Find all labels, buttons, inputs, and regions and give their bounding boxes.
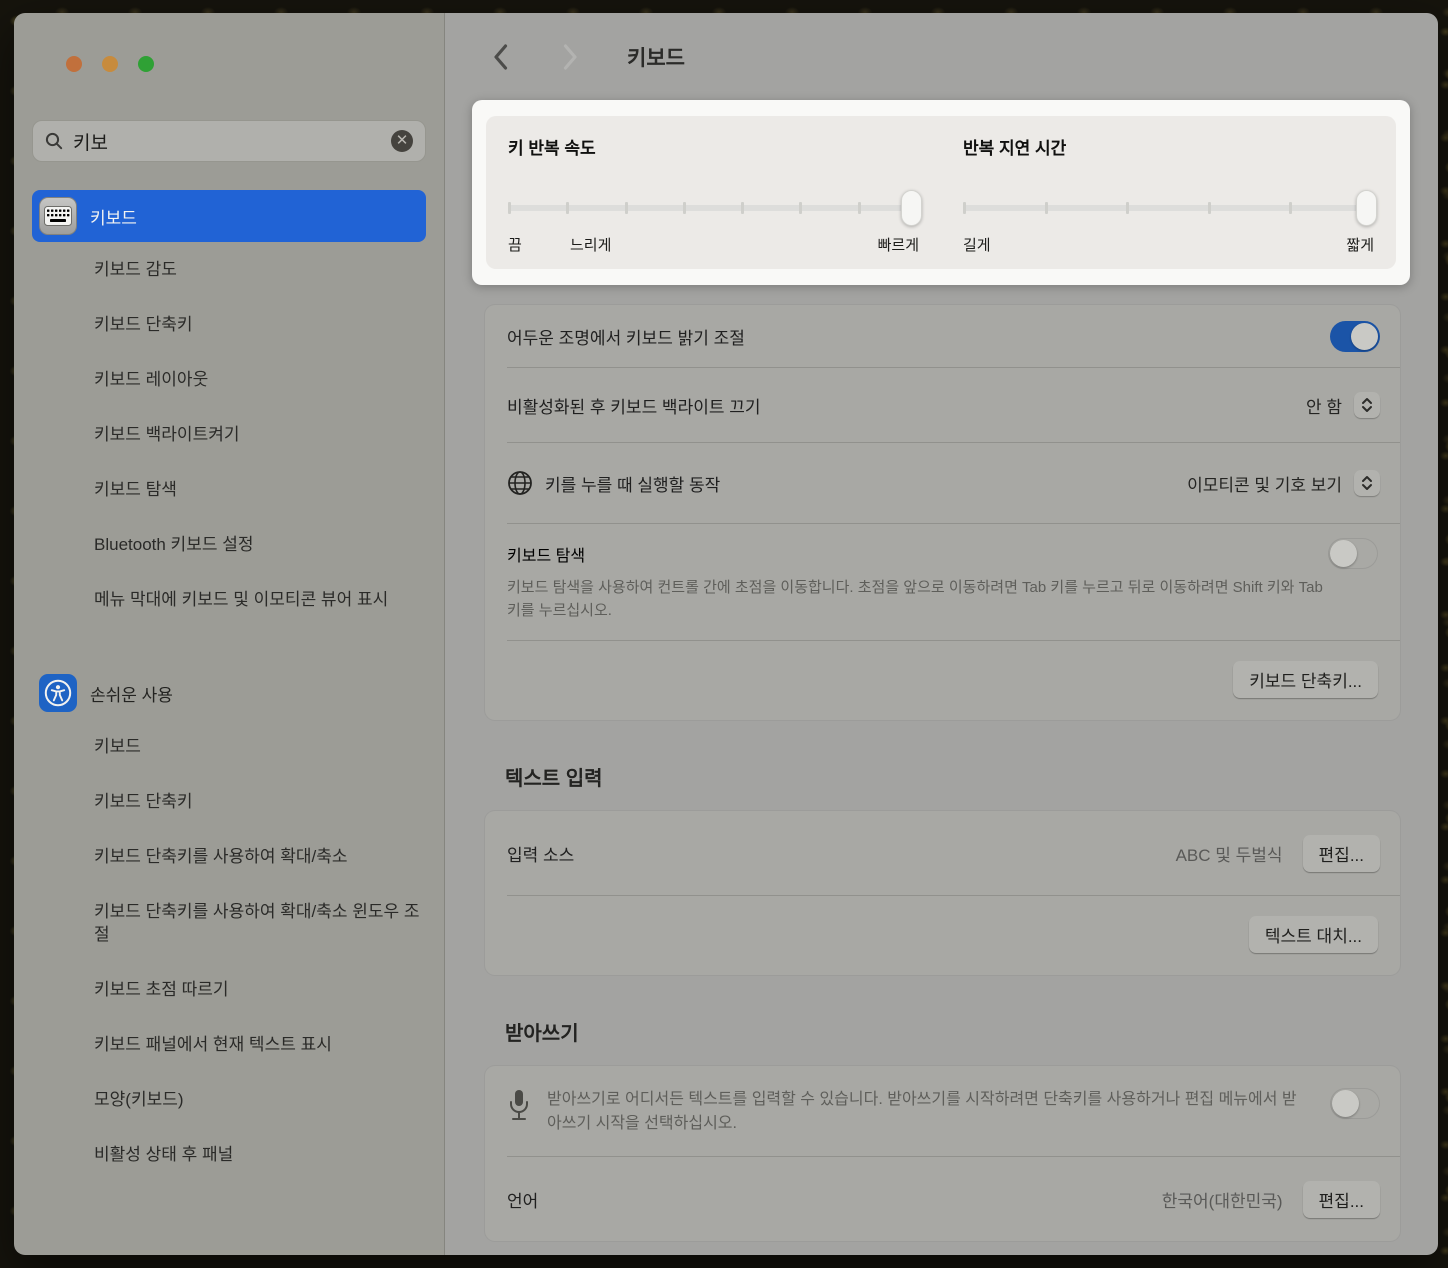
accessibility-icon (39, 674, 77, 712)
sidebar-item-keyboard-backlight[interactable]: 키보드 백라이트켜기 (32, 407, 426, 462)
sidebar-item-keyboard-shortcuts[interactable]: 키보드 단축키 (32, 297, 426, 352)
key-repeat-rate-group: 키 반복 속도 끔 느리게 빠르게 (508, 134, 919, 269)
scale-label-fast: 빠르게 (878, 234, 919, 255)
keyboard-nav-row: 키보드 탐색 키보드 탐색을 사용하여 컨트롤 간에 초점을 이동합니다. 초점… (485, 524, 1400, 640)
sidebar-item-ax-keyboard[interactable]: 키보드 (32, 719, 426, 774)
minimize-window-button[interactable] (102, 56, 118, 72)
globe-icon (507, 470, 533, 496)
scale-label-long: 길게 (963, 234, 991, 255)
sidebar-item-ax-appearance[interactable]: 모양(키보드) (32, 1072, 426, 1127)
search-results-list: 키보드 키보드 감도 키보드 단축키 키보드 레이아웃 키보드 백라이트켜기 키… (32, 190, 426, 1182)
text-input-group: 입력 소스 ABC 및 두벌식 편집... 텍스트 대치... (485, 811, 1400, 975)
sidebar-item-keyboard-navigation[interactable]: 키보드 탐색 (32, 462, 426, 517)
sidebar-item-ax-panel-text[interactable]: 키보드 패널에서 현재 텍스트 표시 (32, 1017, 424, 1072)
fn-action-value: 이모티콘 및 기호 보기 (1187, 471, 1342, 496)
scale-label-slow: 느리게 (570, 234, 611, 255)
sidebar-item-keyboard[interactable]: 키보드 (32, 190, 426, 242)
sidebar-item-bluetooth-keyboard[interactable]: Bluetooth 키보드 설정 (32, 517, 426, 572)
language-value: 한국어(대한민국) (1162, 1187, 1283, 1212)
sidebar-item-ax-inactive-panel[interactable]: 비활성 상태 후 패널 (32, 1127, 426, 1182)
scale-label-short: 짧게 (1346, 234, 1374, 255)
search-query-text: 키보 (73, 128, 381, 155)
traffic-lights (32, 13, 426, 72)
brightness-label: 어두운 조명에서 키보드 밝기 조절 (507, 324, 745, 349)
sidebar-item-keyboard-layout[interactable]: 키보드 레이아웃 (32, 352, 426, 407)
back-icon[interactable] (485, 42, 515, 72)
fn-action-select[interactable] (1354, 470, 1380, 496)
sidebar-item-label: 손쉬운 사용 (90, 681, 173, 706)
language-edit-button[interactable]: 편집... (1303, 1181, 1380, 1218)
repeat-delay-label: 반복 지연 시간 (963, 134, 1374, 159)
page-title: 키보드 (627, 42, 685, 72)
sidebar-item-ax-focus-follow[interactable]: 키보드 초점 따르기 (32, 962, 426, 1017)
slider-scale-labels: 길게 짧게 (963, 234, 1374, 256)
search-input[interactable]: 키보 ✕ (32, 120, 426, 162)
language-label: 언어 (507, 1187, 538, 1212)
close-window-button[interactable] (66, 56, 82, 72)
slider-thumb[interactable] (901, 190, 922, 226)
slider-thumb[interactable] (1356, 190, 1377, 226)
dictation-description: 받아쓰기로 어디서든 텍스트를 입력할 수 있습니다. 받아쓰기를 시작하려면 … (547, 1088, 1298, 1136)
input-sources-row: 입력 소스 ABC 및 두벌식 편집... (485, 811, 1400, 895)
dictation-group: 받아쓰기로 어디서든 텍스트를 입력할 수 있습니다. 받아쓰기를 시작하려면 … (485, 1066, 1400, 1241)
slider-ticks (508, 202, 919, 214)
key-repeat-rate-label: 키 반복 속도 (508, 134, 919, 159)
keyboard-nav-description: 키보드 탐색을 사용하여 컨트롤 간에 초점을 이동합니다. 초점을 앞으로 이… (507, 577, 1337, 622)
sidebar-item-ax-zoom-window[interactable]: 키보드 단축키를 사용하여 확대/축소 윈도우 조절 (32, 884, 424, 962)
dictation-toggle[interactable] (1330, 1088, 1380, 1119)
fn-action-row: 키를 누를 때 실행할 동작 이모티콘 및 기호 보기 (485, 443, 1400, 523)
sidebar: 키보 ✕ 키보드 키보드 감도 키보드 단축키 키보드 레이아웃 키보드 백라이… (14, 13, 445, 1255)
input-sources-label: 입력 소스 (507, 841, 574, 866)
sidebar-item-label: 키보드 (90, 204, 137, 229)
dictation-language-row: 언어 한국어(대한민국) 편집... (485, 1157, 1400, 1241)
backlight-off-value: 안 함 (1306, 393, 1342, 418)
content-pane: 키보드 키 반복 속도 끔 느리게 빠르게 (445, 13, 1438, 1255)
dictation-row: 받아쓰기로 어디서든 텍스트를 입력할 수 있습니다. 받아쓰기를 시작하려면 … (485, 1066, 1400, 1156)
text-input-heading: 텍스트 입력 (505, 762, 1438, 791)
keyboard-settings-group: 어두운 조명에서 키보드 밝기 조절 비활성화된 후 키보드 백라이트 끄기 안… (485, 305, 1400, 720)
backlight-off-label: 비활성화된 후 키보드 백라이트 끄기 (507, 393, 761, 418)
content-header: 키보드 (445, 13, 1438, 100)
keyboard-shortcuts-button[interactable]: 키보드 단축키... (1233, 661, 1378, 698)
key-repeat-rate-slider[interactable] (508, 192, 919, 226)
clear-search-icon[interactable]: ✕ (391, 130, 413, 152)
text-replacements-button[interactable]: 텍스트 대치... (1249, 916, 1378, 953)
highlighted-section: 키 반복 속도 끔 느리게 빠르게 반복 지연 시간 (472, 100, 1410, 285)
brightness-toggle[interactable] (1330, 321, 1380, 352)
scale-label-off: 끔 (508, 234, 522, 255)
sidebar-item-ax-zoom-shortcut[interactable]: 키보드 단축키를 사용하여 확대/축소 (32, 829, 424, 884)
keyboard-nav-toggle[interactable] (1328, 538, 1378, 569)
repeat-delay-slider[interactable] (963, 192, 1374, 226)
keyboard-app-icon (39, 197, 77, 235)
repeat-settings-group: 키 반복 속도 끔 느리게 빠르게 반복 지연 시간 (486, 116, 1396, 269)
sidebar-item-accessibility[interactable]: 손쉬운 사용 (32, 667, 426, 719)
zoom-window-button[interactable] (138, 56, 154, 72)
input-sources-edit-button[interactable]: 편집... (1303, 835, 1380, 872)
microphone-icon (507, 1088, 531, 1124)
fn-action-label: 키를 누를 때 실행할 동작 (545, 471, 720, 496)
slider-scale-labels: 끔 느리게 빠르게 (508, 234, 919, 256)
keyboard-nav-label: 키보드 탐색 (507, 542, 585, 566)
repeat-delay-group: 반복 지연 시간 길게 짧게 (963, 134, 1374, 269)
sidebar-item-keyboard-sensitivity[interactable]: 키보드 감도 (32, 242, 426, 297)
brightness-row: 어두운 조명에서 키보드 밝기 조절 (485, 305, 1400, 367)
forward-icon[interactable] (555, 42, 585, 72)
sidebar-item-ax-shortcuts[interactable]: 키보드 단축키 (32, 774, 426, 829)
slider-ticks (963, 202, 1374, 214)
input-sources-value: ABC 및 두벌식 (1176, 841, 1283, 866)
settings-window: 키보 ✕ 키보드 키보드 감도 키보드 단축키 키보드 레이아웃 키보드 백라이… (14, 13, 1438, 1255)
sidebar-item-menubar-viewer[interactable]: 메뉴 막대에 키보드 및 이모티콘 뷰어 표시 (32, 572, 424, 627)
backlight-off-select[interactable] (1354, 392, 1380, 418)
dictation-heading: 받아쓰기 (505, 1017, 1438, 1046)
search-icon (45, 132, 63, 150)
backlight-off-row: 비활성화된 후 키보드 백라이트 끄기 안 함 (485, 368, 1400, 442)
